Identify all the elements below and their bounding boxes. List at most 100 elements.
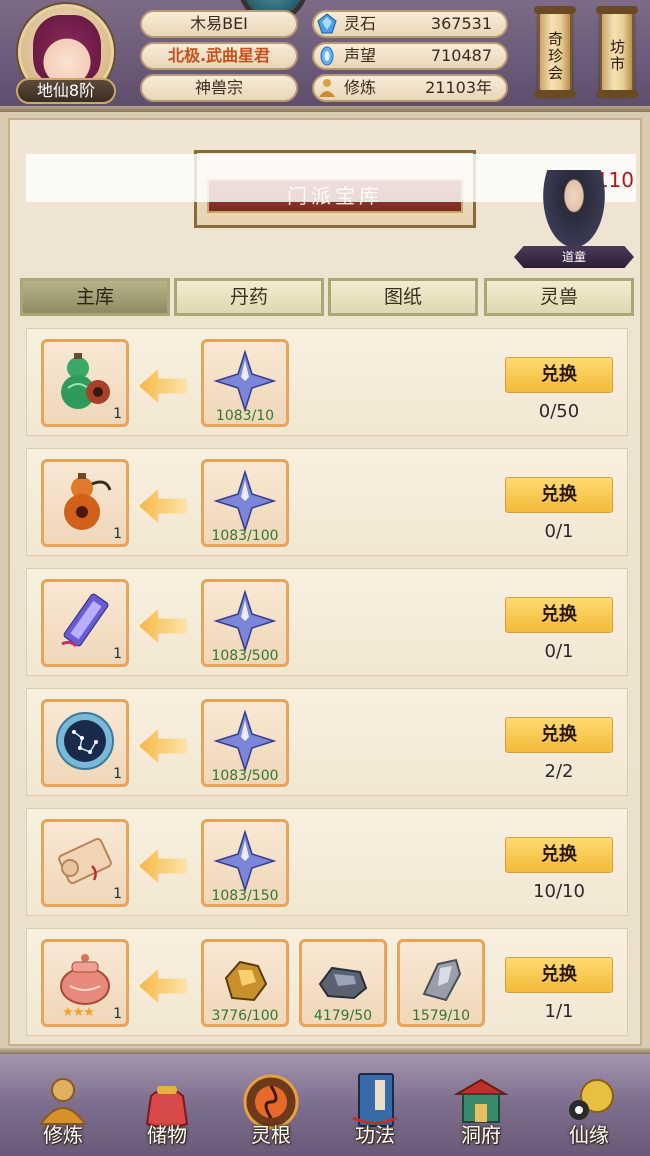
exchange-button[interactable]: 兑换	[505, 717, 613, 753]
cost-amount: 1083/150	[211, 888, 279, 904]
exchange-row: 1 1083/150 兑换 10/10	[26, 808, 628, 916]
tab-main-vault[interactable]: 主库	[20, 278, 170, 316]
exchange-button[interactable]: 兑换	[505, 597, 613, 633]
resource-label: 修炼	[344, 78, 377, 97]
nav-label: 修炼	[43, 1123, 83, 1147]
dark-iron-ore-icon	[318, 966, 368, 1000]
cultivation-icon	[319, 79, 335, 97]
exchange-limit: 10/10	[533, 881, 585, 902]
reward-slot[interactable]: 1	[41, 339, 129, 427]
tab-pills[interactable]: 丹药	[174, 278, 324, 316]
player-title: 北极.武曲星君	[140, 42, 298, 70]
star-chart-disc-icon	[56, 712, 114, 770]
exchange-button[interactable]: 兑换	[505, 357, 613, 393]
nav-cave-mansion[interactable]: 洞府	[436, 1066, 526, 1154]
resource-value: 710487	[430, 46, 492, 65]
nav-cultivation[interactable]: 修炼	[18, 1066, 108, 1154]
player-name: 木易BEI	[140, 10, 298, 38]
paper-scroll-icon	[58, 838, 112, 884]
resource-label: 声望	[344, 46, 377, 65]
cost-slot[interactable]: 4179/50	[299, 939, 387, 1027]
reward-quantity: 1	[113, 646, 122, 662]
exchange-button[interactable]: 兑换	[505, 957, 613, 993]
exchange-arrow-icon	[139, 609, 187, 643]
nav-spirit-root[interactable]: 灵根	[226, 1066, 316, 1154]
cost-amount: 1579/10	[411, 1008, 471, 1024]
nav-technique[interactable]: 功法	[330, 1066, 420, 1154]
nav-label: 灵根	[251, 1123, 291, 1147]
cost-amount: 4179/50	[313, 1008, 373, 1024]
exchange-limit: 0/50	[538, 401, 580, 422]
bottom-nav: 修炼 储物 灵根 功法 洞府 仙缘	[0, 1048, 650, 1156]
top-header: 地仙8阶 木易BEI 北极.武曲星君 神兽宗 灵石 367531 声望 7104…	[0, 0, 650, 112]
exchange-limit: 2/2	[544, 761, 574, 782]
reward-quantity: 1	[113, 1006, 122, 1022]
resource-value: 367531	[430, 14, 492, 33]
market-button[interactable]: 坊市	[596, 6, 638, 98]
reward-quantity: 1	[113, 766, 122, 782]
nav-label: 功法	[355, 1123, 395, 1147]
exchange-arrow-icon	[139, 729, 187, 763]
exchange-row: 1 1083/500 兑换 0/1	[26, 568, 628, 676]
cost-amount: 1083/500	[211, 768, 279, 784]
resource-value: 21103年	[425, 78, 492, 97]
resource-reputation: 声望 710487	[312, 42, 508, 70]
npc-portrait-icon	[538, 170, 610, 256]
cost-amount: 3776/100	[211, 1008, 279, 1024]
realm-badge: 地仙8阶	[16, 78, 116, 104]
reward-slot[interactable]: 1	[41, 699, 129, 787]
silver-ore-icon	[422, 958, 462, 1002]
talisman-scroll-icon	[61, 593, 109, 648]
reward-quantity: 1	[113, 406, 122, 422]
exchange-limit: 0/1	[544, 641, 574, 662]
treasure-fair-button[interactable]: 奇珍会	[534, 6, 576, 98]
reward-quantity: 1	[113, 526, 122, 542]
cost-slot[interactable]: 1083/500	[201, 699, 289, 787]
npc-name: 道童	[514, 246, 634, 268]
blue-crystal-star-icon	[213, 589, 277, 653]
exchange-button[interactable]: 兑换	[505, 837, 613, 873]
exchange-arrow-icon	[139, 369, 187, 403]
exchange-arrow-icon	[139, 969, 187, 1003]
cost-slot[interactable]: 1083/10	[201, 339, 289, 427]
green-gourd-icon	[61, 353, 110, 409]
exchange-limit: 1/1	[544, 1001, 574, 1022]
gold-ore-icon	[224, 960, 268, 1002]
cost-amount: 1083/10	[215, 408, 275, 424]
reward-slot[interactable]: 1	[41, 819, 129, 907]
exchange-arrow-icon	[139, 849, 187, 883]
reward-quantity: 1	[113, 886, 122, 902]
blue-crystal-star-icon	[213, 349, 277, 413]
cost-slot[interactable]: 3776/100	[201, 939, 289, 1027]
exchange-button[interactable]: 兑换	[505, 477, 613, 513]
blue-crystal-star-icon	[213, 709, 277, 773]
reward-slot[interactable]: ★★★ 1	[41, 939, 129, 1027]
reward-slot[interactable]: 1	[41, 579, 129, 667]
nav-label: 仙缘	[569, 1123, 609, 1147]
exchange-row: 1 1083/500 兑换 2/2	[26, 688, 628, 796]
exchange-arrow-icon	[139, 489, 187, 523]
cost-slot[interactable]: 1083/500	[201, 579, 289, 667]
player-sect: 神兽宗	[140, 74, 298, 102]
cost-slot[interactable]: 1579/10	[397, 939, 485, 1027]
blue-crystal-star-icon	[213, 469, 277, 533]
blue-crystal-star-icon	[213, 829, 277, 893]
tab-blueprints[interactable]: 图纸	[328, 278, 478, 316]
exchange-row: 1 1083/10 兑换 0/50	[26, 328, 628, 436]
cost-amount: 1083/500	[211, 648, 279, 664]
nav-label: 储物	[147, 1123, 187, 1147]
cost-slot[interactable]: 1083/150	[201, 819, 289, 907]
reputation-icon	[320, 46, 334, 66]
cost-slot[interactable]: 1083/100	[201, 459, 289, 547]
exchange-row: 1 1083/100 兑换 0/1	[26, 448, 628, 556]
sect-treasury-panel: 门派宝库 【2110 道童 主库 丹药 图纸 灵兽 1	[0, 112, 650, 1048]
nav-storage[interactable]: 储物	[122, 1066, 212, 1154]
star-rating: ★★★	[62, 1005, 95, 1020]
nav-immortal-fate[interactable]: 仙缘	[544, 1066, 634, 1154]
exchange-limit: 0/1	[544, 521, 574, 542]
tab-spirit-beasts[interactable]: 灵兽	[484, 278, 634, 316]
reward-slot[interactable]: 1	[41, 459, 129, 547]
panel-body: 门派宝库 【2110 道童 主库 丹药 图纸 灵兽 1	[8, 118, 642, 1046]
cost-amount: 1083/100	[211, 528, 279, 544]
nav-label: 洞府	[461, 1123, 501, 1147]
